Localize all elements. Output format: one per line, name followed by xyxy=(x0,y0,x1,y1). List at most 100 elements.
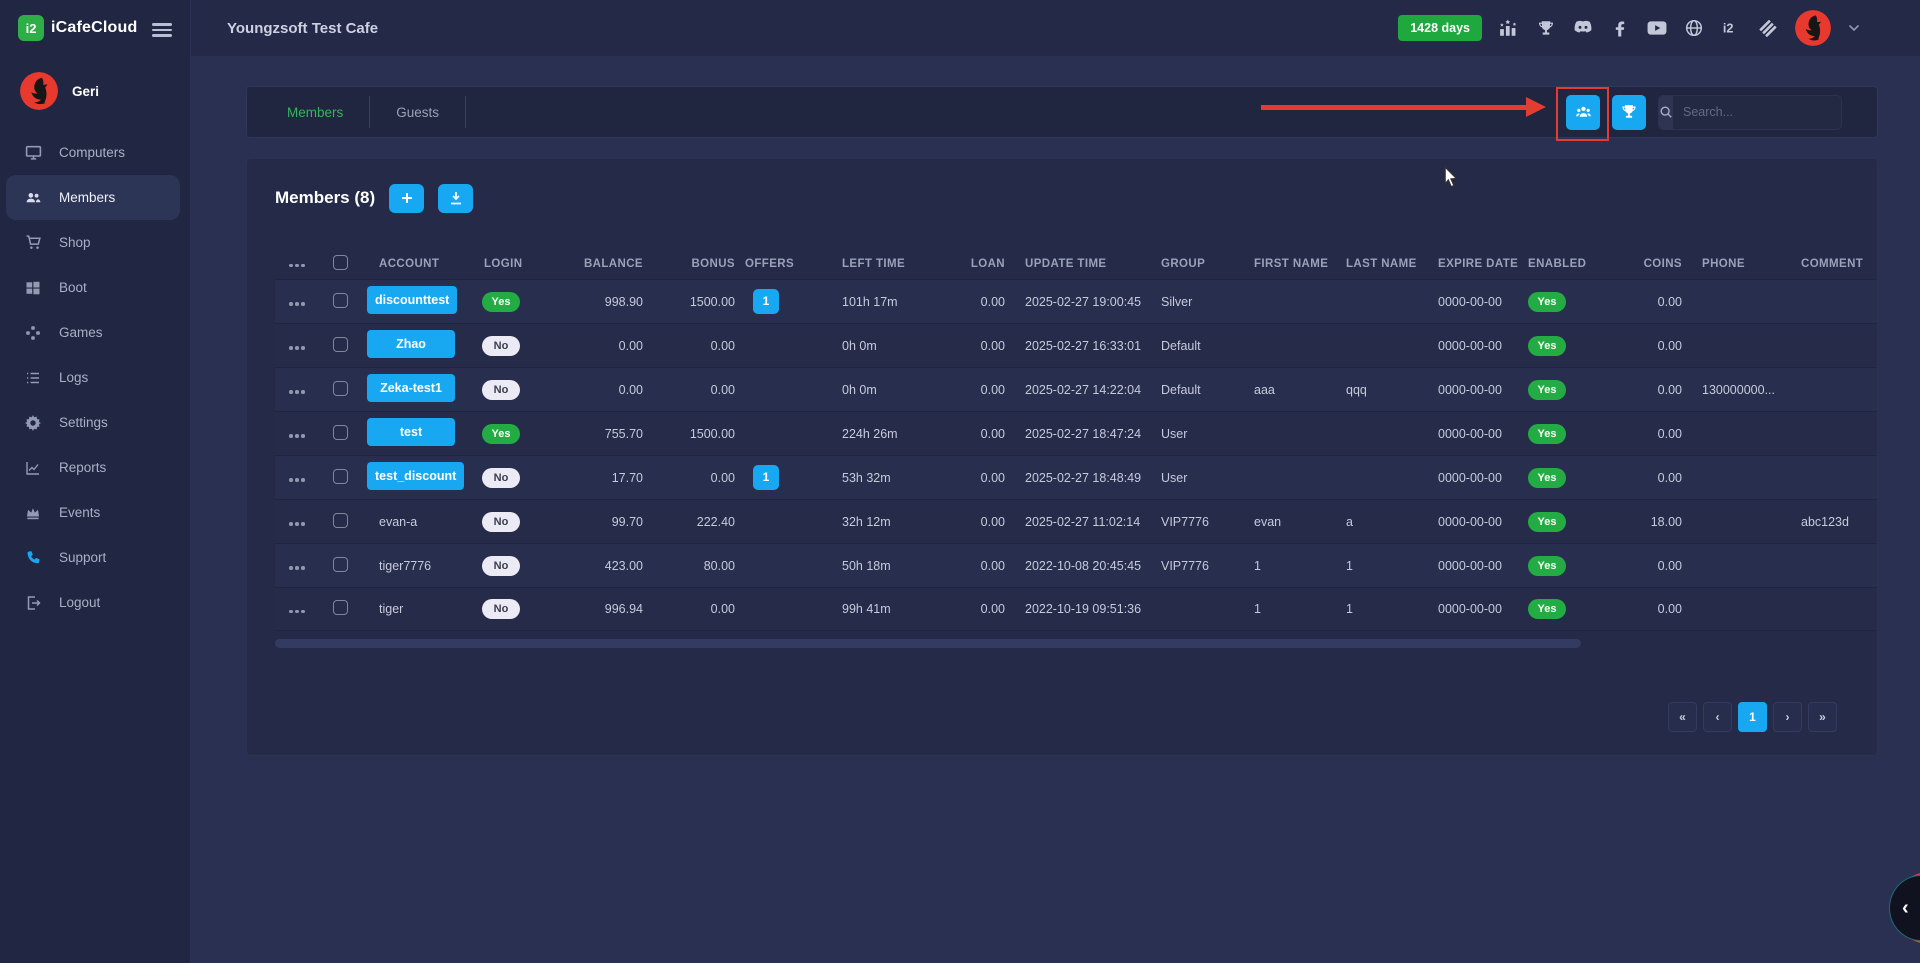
col-expire-date[interactable]: EXPIRE DATE xyxy=(1438,258,1528,270)
bonus-cell: 0.00 xyxy=(647,471,739,485)
pagination-page-1[interactable]: 1 xyxy=(1738,702,1767,732)
chevron-down-icon[interactable] xyxy=(1848,24,1860,32)
sidebar-item-shop[interactable]: Shop xyxy=(0,220,190,265)
col-loan[interactable]: LOAN xyxy=(907,258,1009,270)
sidebar-item-computers[interactable]: Computers xyxy=(0,130,190,175)
pagination-last[interactable]: » xyxy=(1808,702,1837,732)
col-update-time[interactable]: UPDATE TIME xyxy=(1009,258,1159,270)
account-cell[interactable]: tiger xyxy=(367,602,403,616)
row-checkbox[interactable] xyxy=(333,557,348,572)
discord-icon[interactable] xyxy=(1573,19,1593,37)
sidebar-item-reports[interactable]: Reports xyxy=(0,445,190,490)
table-row[interactable]: test_discount No 17.70 0.00 1 53h 32m 0.… xyxy=(275,455,1877,499)
account-cell[interactable]: evan-a xyxy=(367,515,417,529)
col-bonus[interactable]: BONUS xyxy=(647,258,739,270)
col-last-name[interactable]: LAST NAME xyxy=(1346,258,1438,270)
toolbar-right xyxy=(1566,95,1877,130)
sidebar-item-support[interactable]: Support xyxy=(0,535,190,580)
col-enabled[interactable]: ENABLED xyxy=(1528,258,1618,270)
account-cell[interactable]: Zeka-test1 xyxy=(367,374,455,402)
row-checkbox[interactable] xyxy=(333,513,348,528)
group-cell: User xyxy=(1159,427,1254,441)
search-input[interactable] xyxy=(1673,96,1842,129)
horizontal-scrollbar[interactable] xyxy=(275,639,1581,648)
table-row[interactable]: tiger7776 No 423.00 80.00 50h 18m 0.00 2… xyxy=(275,543,1877,587)
guests-view-button[interactable] xyxy=(1612,95,1646,130)
row-checkbox[interactable] xyxy=(333,600,348,615)
col-phone[interactable]: PHONE xyxy=(1698,258,1788,270)
offers-badge[interactable]: 1 xyxy=(753,289,779,314)
row-actions-button[interactable] xyxy=(275,522,305,526)
col-group[interactable]: GROUP xyxy=(1159,258,1254,270)
bonus-cell: 0.00 xyxy=(647,339,739,353)
members-view-button[interactable] xyxy=(1566,95,1600,130)
table-row[interactable]: tiger No 996.94 0.00 99h 41m 0.00 2022-1… xyxy=(275,587,1877,631)
sidebar-item-settings[interactable]: Settings xyxy=(0,400,190,445)
row-actions-button[interactable] xyxy=(275,610,305,614)
col-offers[interactable]: OFFERS xyxy=(739,258,797,270)
row-checkbox[interactable] xyxy=(333,469,348,484)
account-cell[interactable]: discounttest xyxy=(367,286,457,314)
table-row[interactable]: test Yes 755.70 1500.00 224h 26m 0.00 20… xyxy=(275,411,1877,455)
sidebar-item-games[interactable]: Games xyxy=(0,310,190,355)
pagination-prev[interactable]: ‹ xyxy=(1703,702,1732,732)
row-actions-button[interactable] xyxy=(275,390,305,394)
table-row[interactable]: Zeka-test1 No 0.00 0.00 0h 0m 0.00 2025-… xyxy=(275,367,1877,411)
ranking-icon[interactable] xyxy=(1499,19,1519,37)
license-days-badge[interactable]: 1428 days xyxy=(1398,15,1482,41)
col-balance[interactable]: BALANCE xyxy=(557,258,647,270)
search-box xyxy=(1658,95,1842,130)
col-comment[interactable]: COMMENT xyxy=(1788,258,1878,270)
layers-icon[interactable] xyxy=(1758,19,1778,37)
col-login[interactable]: LOGIN xyxy=(472,258,557,270)
table-row[interactable]: evan-a No 99.70 222.40 32h 12m 0.00 2025… xyxy=(275,499,1877,543)
crown-icon xyxy=(25,504,43,522)
update-time-cell: 2022-10-19 09:51:36 xyxy=(1009,602,1159,616)
user-avatar[interactable] xyxy=(20,72,58,110)
row-actions-button[interactable] xyxy=(275,434,305,438)
col-left-time[interactable]: LEFT TIME xyxy=(797,258,907,270)
bonus-cell: 222.40 xyxy=(647,515,739,529)
row-checkbox[interactable] xyxy=(333,293,348,308)
sidebar-item-members[interactable]: Members xyxy=(6,175,180,220)
icafecloud-icon[interactable]: i2 xyxy=(1721,19,1741,37)
sidebar-item-logs[interactable]: Logs xyxy=(0,355,190,400)
row-checkbox[interactable] xyxy=(333,337,348,352)
sidebar-item-events[interactable]: Events xyxy=(0,490,190,535)
account-avatar[interactable] xyxy=(1795,10,1831,46)
facebook-icon[interactable] xyxy=(1610,19,1630,37)
account-cell[interactable]: test_discount xyxy=(367,462,464,490)
row-actions-button[interactable] xyxy=(275,346,305,350)
table-row[interactable]: Zhao No 0.00 0.00 0h 0m 0.00 2025-02-27 … xyxy=(275,323,1877,367)
pagination-first[interactable]: « xyxy=(1668,702,1697,732)
balance-cell: 998.90 xyxy=(557,295,647,309)
account-cell[interactable]: tiger7776 xyxy=(367,559,431,573)
row-actions-button[interactable] xyxy=(275,302,305,306)
offers-badge[interactable]: 1 xyxy=(753,465,779,490)
row-actions-button[interactable] xyxy=(275,566,305,570)
menu-toggle-icon[interactable] xyxy=(152,20,172,40)
youtube-icon[interactable] xyxy=(1647,19,1667,37)
pagination-next[interactable]: › xyxy=(1773,702,1802,732)
col-account[interactable]: ACCOUNT xyxy=(367,258,472,270)
export-button[interactable] xyxy=(438,184,473,213)
account-cell[interactable]: Zhao xyxy=(367,330,455,358)
row-checkbox[interactable] xyxy=(333,425,348,440)
select-all-checkbox[interactable] xyxy=(333,255,348,270)
col-coins[interactable]: COINS xyxy=(1618,258,1698,270)
col-first-name[interactable]: FIRST NAME xyxy=(1254,258,1346,270)
globe-icon[interactable] xyxy=(1684,19,1704,37)
tab-guests[interactable]: Guests xyxy=(370,87,465,137)
row-checkbox[interactable] xyxy=(333,381,348,396)
add-member-button[interactable] xyxy=(389,184,424,213)
account-cell[interactable]: test xyxy=(367,418,455,446)
login-badge: Yes xyxy=(482,424,520,444)
tab-members[interactable]: Members xyxy=(261,87,369,137)
more-options-icon[interactable] xyxy=(275,264,305,268)
row-actions-button[interactable] xyxy=(275,478,305,482)
trophy-icon[interactable] xyxy=(1536,19,1556,37)
sidebar-item-logout[interactable]: Logout xyxy=(0,580,190,625)
annotation-arrow xyxy=(1261,105,1527,110)
sidebar-item-boot[interactable]: Boot xyxy=(0,265,190,310)
table-row[interactable]: discounttest Yes 998.90 1500.00 1 101h 1… xyxy=(275,279,1877,323)
